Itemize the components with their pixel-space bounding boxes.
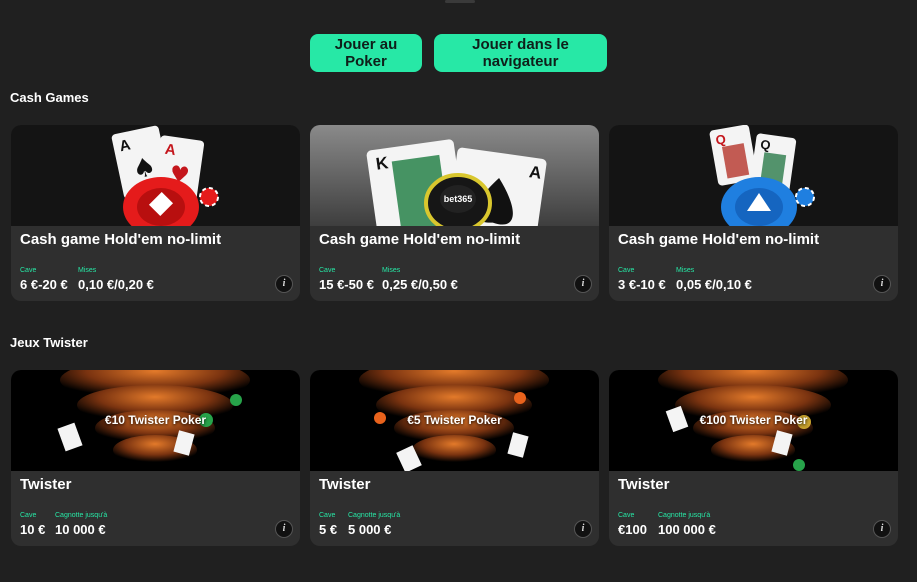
- card-title: Twister: [618, 476, 670, 493]
- buyin-value: 3 €-10 €: [618, 277, 666, 292]
- card-title: Cash game Hold'em no-limit: [618, 231, 820, 248]
- buyin-value: 6 €-20 €: [20, 277, 68, 292]
- card-title: Cash game Hold'em no-limit: [319, 231, 521, 248]
- card-image-red-chips: A ♠ A ♥: [11, 125, 300, 226]
- card-rank-glyph: Q: [759, 137, 771, 153]
- jackpot-label: Cagnotte jusqu'à: [348, 512, 401, 519]
- info-icon[interactable]: i: [873, 520, 891, 538]
- top-edge-marker: [445, 0, 475, 3]
- info-icon[interactable]: i: [574, 520, 592, 538]
- stakes-value: 0,10 €/0,20 €: [78, 277, 154, 292]
- twister-grid: €10 Twister Poker Twister Cave Cagnotte …: [11, 370, 898, 546]
- cash-game-card[interactable]: Q Q Cash game Hold'em no-limit Cave Mise…: [609, 125, 898, 301]
- twister-banner: €10 Twister Poker: [104, 413, 207, 427]
- cash-games-grid: A ♠ A ♥ Cash game Hold'em no-limit Cave …: [11, 125, 898, 301]
- stakes-label: Mises: [676, 267, 695, 274]
- info-icon[interactable]: i: [275, 520, 293, 538]
- twister-card[interactable]: €100 Twister Poker Twister Cave Cagnotte…: [609, 370, 898, 546]
- buyin-label: Cave: [20, 512, 37, 519]
- stakes-value: 0,25 €/0,50 €: [382, 277, 458, 292]
- buyin-label: Cave: [319, 512, 336, 519]
- jackpot-value: 5 000 €: [348, 522, 392, 537]
- buyin-value: 5 €: [319, 522, 338, 537]
- card-title: Cash game Hold'em no-limit: [20, 231, 222, 248]
- info-icon[interactable]: i: [574, 275, 592, 293]
- card-image-bet365-chip: K A bet365: [310, 125, 599, 226]
- jackpot-value: 100 000 €: [658, 522, 716, 537]
- buyin-label: Cave: [319, 267, 336, 274]
- section-title-twister: Jeux Twister: [10, 335, 88, 350]
- cash-game-card[interactable]: K A bet365 Cash game Hold'em no-limit Ca…: [310, 125, 599, 301]
- play-poker-button[interactable]: Jouer au Poker: [310, 34, 422, 72]
- cash-game-card[interactable]: A ♠ A ♥ Cash game Hold'em no-limit Cave …: [11, 125, 300, 301]
- cta-row: Jouer au Poker Jouer dans le navigateur: [0, 34, 917, 72]
- play-in-browser-button[interactable]: Jouer dans le navigateur: [434, 34, 607, 72]
- twister-card[interactable]: €5 Twister Poker Twister Cave Cagnotte j…: [310, 370, 599, 546]
- buyin-value: 10 €: [20, 522, 46, 537]
- stakes-value: 0,05 €/0,10 €: [676, 277, 752, 292]
- buyin-value: 15 €-50 €: [319, 277, 374, 292]
- jackpot-label: Cagnotte jusqu'à: [658, 512, 711, 519]
- twister-card[interactable]: €10 Twister Poker Twister Cave Cagnotte …: [11, 370, 300, 546]
- section-title-cash-games: Cash Games: [10, 90, 89, 105]
- card-title: Twister: [20, 476, 72, 493]
- twister-banner: €5 Twister Poker: [407, 413, 502, 427]
- buyin-label: Cave: [618, 512, 635, 519]
- jackpot-value: 10 000 €: [55, 522, 106, 537]
- buyin-label: Cave: [20, 267, 37, 274]
- twister-banner: €100 Twister Poker: [699, 413, 808, 427]
- stakes-label: Mises: [78, 267, 97, 274]
- info-icon[interactable]: i: [873, 275, 891, 293]
- buyin-value: €100: [618, 522, 647, 537]
- bet365-chip-text: bet365: [444, 194, 473, 204]
- jackpot-label: Cagnotte jusqu'à: [55, 512, 108, 519]
- stakes-label: Mises: [382, 267, 401, 274]
- twister-image: €10 Twister Poker: [11, 370, 300, 471]
- card-title: Twister: [319, 476, 371, 493]
- card-rank-glyph: A: [528, 162, 543, 183]
- card-image-blue-chips: Q Q: [609, 125, 898, 226]
- info-icon[interactable]: i: [275, 275, 293, 293]
- twister-image: €5 Twister Poker: [310, 370, 599, 471]
- buyin-label: Cave: [618, 267, 635, 274]
- twister-image: €100 Twister Poker: [609, 370, 898, 471]
